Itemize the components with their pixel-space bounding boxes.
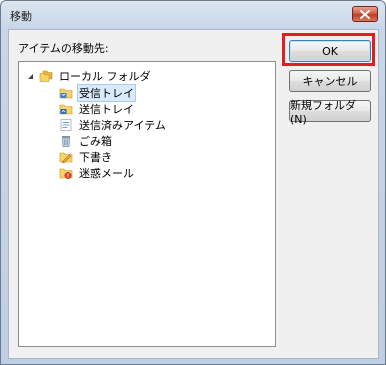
ok-button[interactable]: OK xyxy=(289,40,371,62)
collapse-arrow-icon[interactable] xyxy=(26,72,35,81)
sent-items-icon xyxy=(60,119,72,131)
close-button[interactable] xyxy=(352,6,378,22)
window-title: 移動 xyxy=(10,10,32,23)
close-icon xyxy=(360,9,370,19)
new-folder-button[interactable]: 新規フォルダ(N) xyxy=(289,99,371,126)
folder-tree[interactable]: ローカル フォルダ 受信トレイ 送信トレイ 送信済みアイテム ごみ箱 下書き 迷… xyxy=(18,61,276,347)
inbox-icon xyxy=(59,88,73,99)
tree-item-label: 下書き xyxy=(79,151,112,164)
drafts-icon xyxy=(59,152,73,164)
tree-item-label: 受信トレイ xyxy=(77,84,136,102)
folder-pair-icon xyxy=(39,70,53,82)
tree-item-sent-items[interactable]: 送信済みアイテム xyxy=(59,117,168,133)
destination-label: アイテムの移動先: xyxy=(18,42,109,55)
move-dialog-window: 移動 アイテムの移動先: ローカル フォルダ 受信トレイ 送信トレイ 送信済みア… xyxy=(0,0,386,365)
tree-item-drafts[interactable]: 下書き xyxy=(59,149,114,165)
outbox-icon xyxy=(59,104,73,115)
tree-item-inbox[interactable]: 受信トレイ xyxy=(59,84,136,102)
tree-item-local-folders[interactable]: ローカル フォルダ xyxy=(39,68,153,84)
tree-item-label: 送信トレイ xyxy=(79,103,134,116)
tree-item-label: 送信済みアイテム xyxy=(79,119,166,132)
title-bar[interactable]: 移動 xyxy=(1,1,385,29)
tree-item-trash[interactable]: ごみ箱 xyxy=(59,133,114,149)
dialog-body: アイテムの移動先: ローカル フォルダ 受信トレイ 送信トレイ 送信済みアイテム… xyxy=(8,29,379,359)
trash-icon xyxy=(62,136,70,147)
tree-item-label: 迷惑メール xyxy=(79,167,134,180)
tree-item-outbox[interactable]: 送信トレイ xyxy=(59,101,136,117)
tree-item-junk-mail[interactable]: 迷惑メール xyxy=(59,165,136,181)
tree-item-label: ごみ箱 xyxy=(79,135,112,148)
junk-mail-icon xyxy=(59,168,73,179)
tree-item-label: ローカル フォルダ xyxy=(59,70,151,83)
cancel-button[interactable]: キャンセル xyxy=(289,70,371,92)
